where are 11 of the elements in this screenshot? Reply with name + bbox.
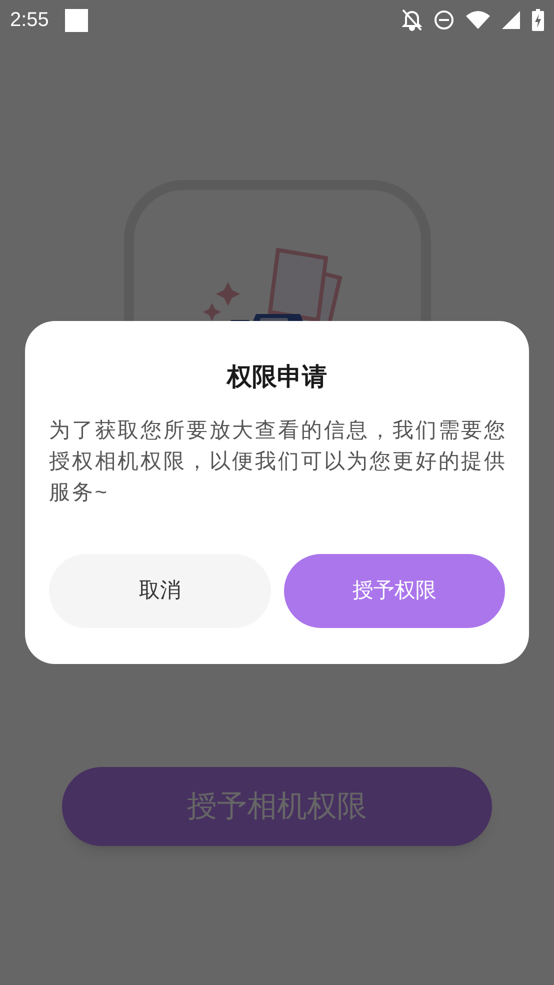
cellular-signal-icon (502, 11, 520, 29)
status-time: 2:55 (10, 8, 49, 33)
wifi-icon (466, 11, 490, 29)
cancel-button[interactable]: 取消 (49, 554, 270, 628)
dialog-title: 权限申请 (225, 362, 328, 393)
notification-square-icon (64, 8, 88, 32)
battery-charging-icon (532, 9, 544, 31)
dialog-message: 为了获取您所要放大查看的信息，我们需要您授权相机权限，以便我们可以为您更好的提供服务~ (49, 418, 508, 506)
grant-permission-button[interactable]: 授予权限 (284, 554, 505, 628)
do-not-disturb-icon (434, 10, 454, 30)
bell-off-icon (402, 9, 422, 31)
